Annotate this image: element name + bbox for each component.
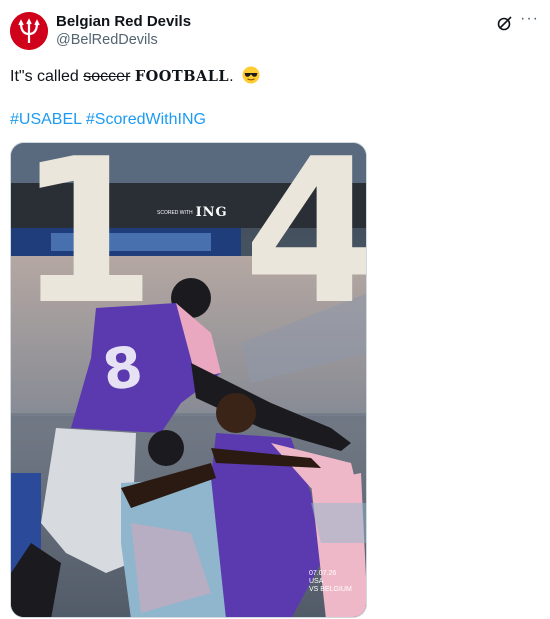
big-number-right: 4 <box>243 143 366 333</box>
sponsor-name: ING <box>195 205 228 220</box>
author-display-name[interactable]: Belgian Red Devils <box>56 13 191 30</box>
avatar[interactable] <box>10 12 48 50</box>
match-home: USA <box>309 578 324 585</box>
sunglasses-emoji-icon <box>242 66 260 84</box>
tweet-text-prefix: It"s called <box>10 68 84 85</box>
tweet-text-suffix: . <box>229 68 234 85</box>
sponsor-logo: SCORED WITH ING <box>157 205 228 220</box>
sponsor-tagline: SCORED WITH <box>157 210 193 216</box>
match-date: 07.07.26 <box>309 570 337 577</box>
hashtag-usabel[interactable]: #USABEL <box>10 111 81 128</box>
tweet-media-image[interactable]: 8 1 4 SCORED WITHING 07.07.26 USA VS BEL… <box>10 142 367 618</box>
tweet-text: It"s called soccer FOOTBALL. <box>10 66 260 86</box>
struck-word: soccer <box>83 68 131 85</box>
hashtag-row: #USABEL #ScoredWithING <box>10 111 206 129</box>
big-number-left: 1 <box>17 142 157 349</box>
match-away: VS BELGIUM <box>309 586 352 593</box>
author-handle[interactable]: @BelRedDevils <box>56 32 158 48</box>
more-horizontal-icon[interactable]: ··· <box>520 11 539 27</box>
bold-word: FOOTBALL <box>134 68 230 85</box>
match-info: 07.07.26 USA VS BELGIUM <box>309 570 352 594</box>
hashtag-scoredwithing[interactable]: #ScoredWithING <box>86 111 206 128</box>
grok-icon[interactable] <box>496 14 514 32</box>
red-devils-trident-icon <box>10 12 48 50</box>
